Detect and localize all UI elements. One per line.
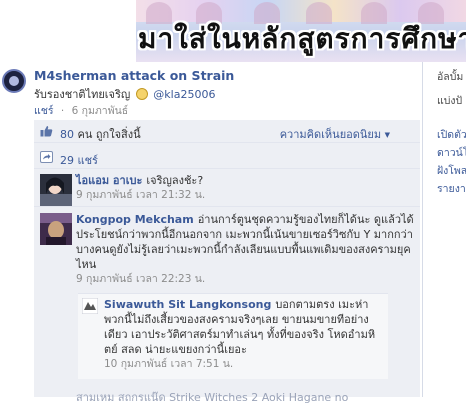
shares-row: 29 แชร์ [34,146,420,169]
cover-banner: มาใส่ในหลักสูตรการศึกษาไทย [136,0,466,62]
reply-time-prefix: เวลา [170,358,193,370]
share-menu-link[interactable]: แบ่งปั [437,92,462,109]
reply-time[interactable]: 7:51 น. [196,358,233,370]
comment-time-prefix: เวลา [135,273,158,285]
comment-time-prefix: เวลา [135,189,158,201]
reply-item: Siwawuth Sit Langkonsong บอกตามตรง เมะห่า… [78,293,388,379]
comment-meta: 9 กุมภาพันธ์ เวลา 21:32 น. [76,188,414,203]
comment-item: สามเหม สถกรแน๊ด Strike Witches 2 Aoki Ha… [34,388,420,404]
smiley-icon [135,88,148,100]
report-link[interactable]: รายงา [437,180,466,197]
likes-summary[interactable]: 80 คน ถูกใจสิ่งนี้ [60,125,141,143]
commenter-avatar[interactable] [40,213,72,245]
album-link[interactable]: อัลบั้ม [437,68,463,85]
download-link[interactable]: ดาวน์โ [437,144,466,161]
likes-text: คน ถูกใจสิ่งนี้ [77,128,141,141]
mention-link[interactable]: @kla25006 [153,88,215,101]
comment-item: ไอแอม อาเบะ เจริญลงช้ะ? 9 กุมภาพันธ์ เวลา… [34,169,420,207]
sort-dropdown[interactable]: ความคิดเห็นยอดนิยม ▼ [280,125,390,143]
likes-row: 80 คน ถูกใจสิ่งนี้ ความคิดเห็นยอดนิยม ▼ [34,120,420,143]
comment-date[interactable]: 9 กุมภาพันธ์ [76,273,133,285]
reply-avatar[interactable] [82,298,98,314]
open-link[interactable]: เปิดตัว [437,126,466,143]
post-body: รับรองชาติไทยเจริญ @kla25006 [34,85,215,103]
embed-post-link[interactable]: ฝังโพส [437,162,466,179]
comment-content: Kongpop Mekcham อ่านการ์ตูนชุดความรู้ของไ… [76,212,414,287]
thumbs-up-icon [40,125,53,137]
post-author-link[interactable]: M4sherman attack on Strain [34,68,234,83]
post-body-text: รับรองชาติไทยเจริญ [34,88,131,101]
feedback-section: 80 คน ถูกใจสิ่งนี้ ความคิดเห็นยอดนิยม ▼ … [34,120,420,404]
banner-text: มาใส่ในหลักสูตรการศึกษาไทย [138,22,466,55]
comment-content: ไอแอม อาเบะ เจริญลงช้ะ? 9 กุมภาพันธ์ เวลา… [76,173,414,203]
reply-author-link[interactable]: Siwawuth Sit Langkonsong [104,298,271,311]
comment-date[interactable]: 9 กุมภาพันธ์ [76,189,133,201]
comment-text: สามเหม สถกรแน๊ด Strike Witches 2 Aoki Ha… [76,391,349,404]
comment-item: Kongpop Mekcham อ่านการ์ตูนชุดความรู้ของไ… [34,208,420,394]
comment-time[interactable]: 21:32 น. [161,189,205,201]
avatar[interactable] [2,69,26,93]
post-date[interactable]: 6 กุมภาพันธ์ [72,105,129,117]
share-link[interactable]: แชร์ [34,105,54,117]
right-column: อัลบั้ม แบ่งปั เปิดตัว ดาวน์โ ฝังโพส ราย… [422,62,466,397]
reply-meta: 10 กุมภาพันธ์ เวลา 7:51 น. [104,357,384,372]
comment-meta: 9 กุมภาพันธ์ เวลา 22:23 น. [76,272,414,287]
likes-count: 80 [60,128,74,141]
commenter-avatar[interactable] [40,174,72,206]
chevron-down-icon: ▼ [384,131,390,139]
sort-label: ความคิดเห็นยอดนิยม [279,128,382,141]
comment-author-link[interactable]: Kongpop Mekcham [76,213,194,226]
post-meta: แชร์ · 6 กุมภาพันธ์ [34,102,128,119]
separator-dot: · [60,105,65,117]
comment-time[interactable]: 22:23 น. [161,273,205,285]
reply-date[interactable]: 10 กุมภาพันธ์ [104,358,167,370]
comment-text: เจริญลงช้ะ? [146,174,204,187]
share-icon [40,151,53,163]
comment-author-link[interactable]: ไอแอม อาเบะ [76,174,142,187]
shares-link[interactable]: 29 แชร์ [60,151,98,169]
reply-content: Siwawuth Sit Langkonsong บอกตามตรง เมะห่า… [104,297,384,372]
